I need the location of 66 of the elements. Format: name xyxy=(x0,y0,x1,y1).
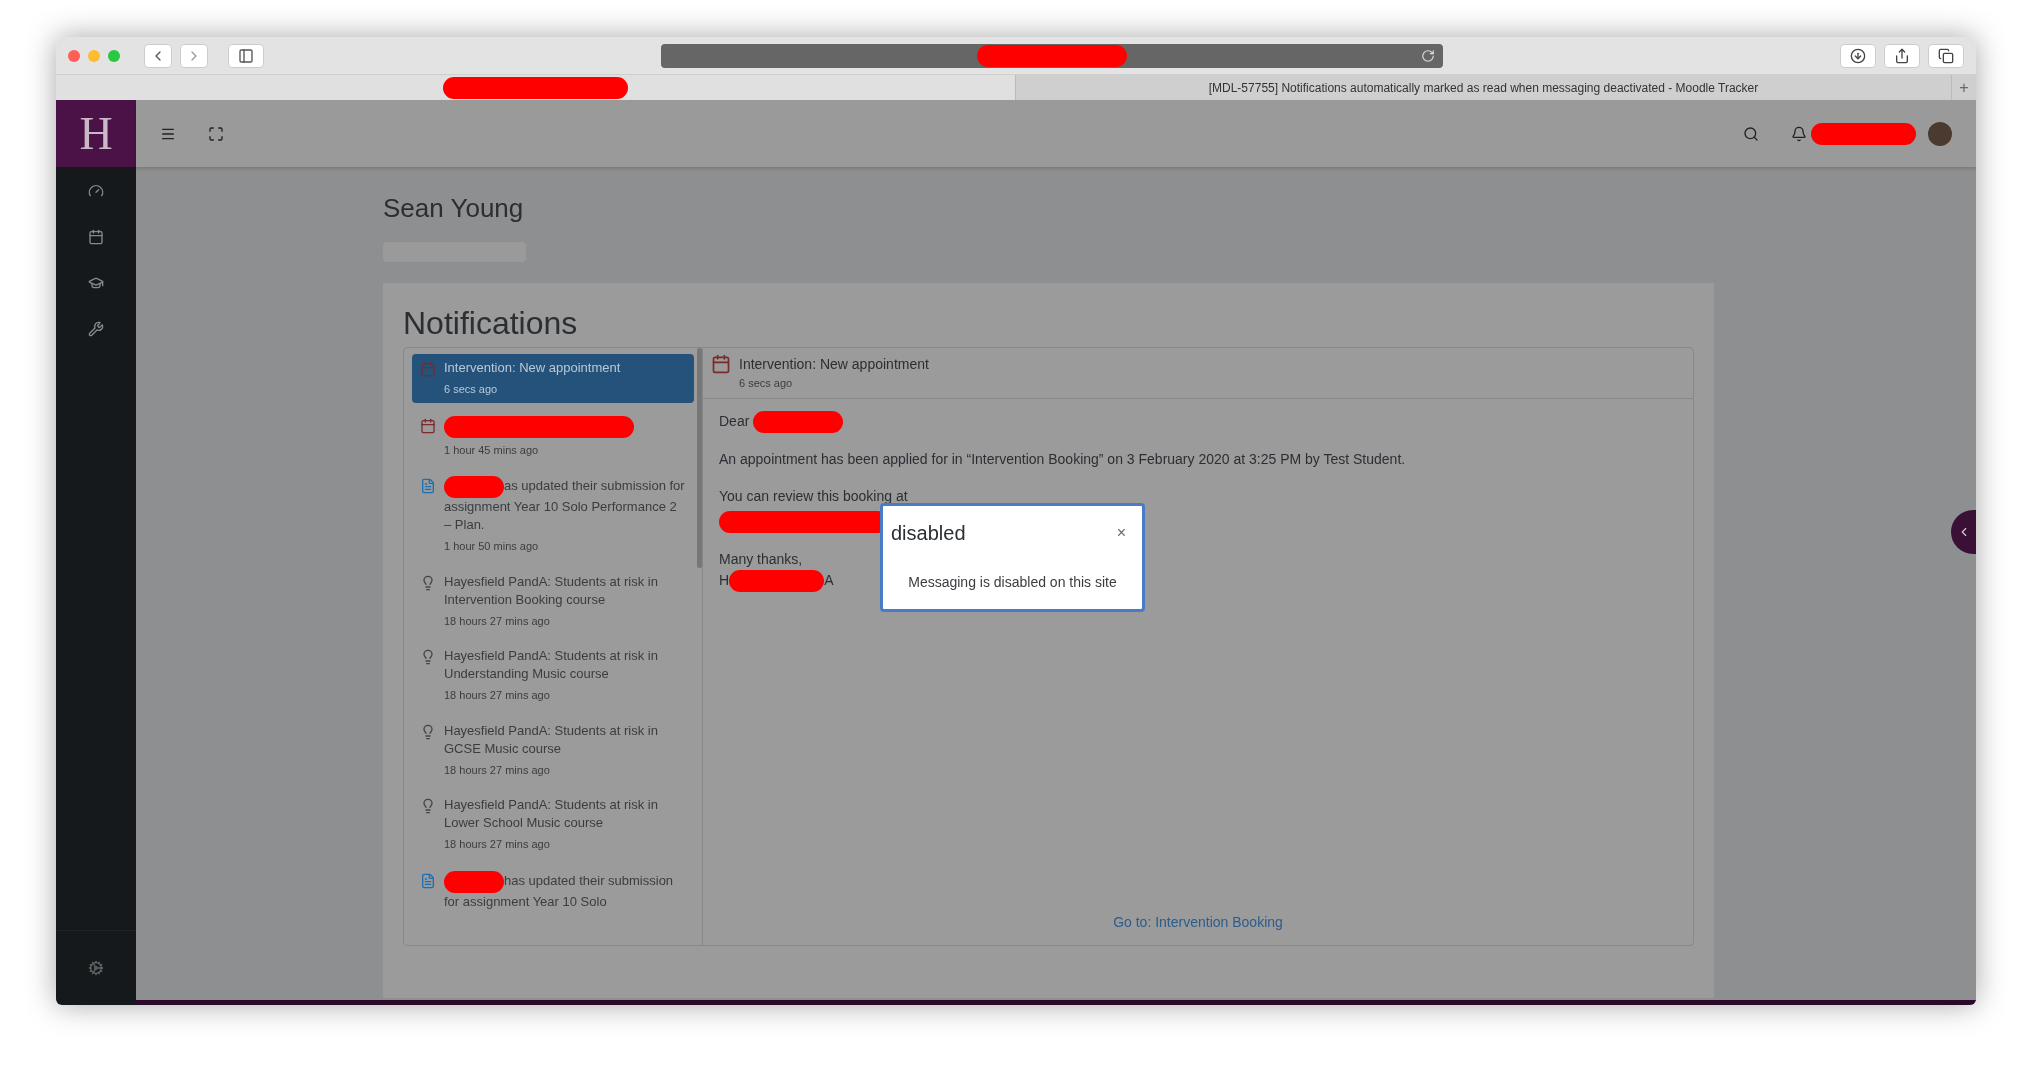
browser-tab[interactable] xyxy=(56,75,1016,100)
go-to-link[interactable]: Go to: Intervention Booking xyxy=(1113,912,1283,933)
user-avatar[interactable] xyxy=(1928,121,1952,146)
notification-item[interactable]: Hayesfield PandA: Students at risk in Intervention Booking course 18 hours 27 mins ago xyxy=(412,567,694,634)
message-body: An appointment has been applied for in “Intervention Booking” on 3 February 2020 at 3:25 PM by Test Student. xyxy=(719,449,1407,469)
notification-title: has updated their submission for assignment Year 10 Solo xyxy=(444,872,674,909)
notification-item[interactable]: Intervention: New appointment 6 secs ago xyxy=(412,354,694,403)
notification-item[interactable]: Hayesfield PandA: Students at risk in GCSE Music course 18 hours 27 mins ago xyxy=(412,716,694,783)
notification-time: 18 hours 27 mins ago xyxy=(444,688,551,703)
download-button[interactable] xyxy=(1840,43,1876,68)
review-text: You can review this booking at xyxy=(719,486,909,506)
download-icon xyxy=(1850,47,1866,64)
wrench-icon[interactable] xyxy=(88,321,104,337)
lightbulb-icon xyxy=(420,649,436,665)
sidebar-icon xyxy=(238,47,254,64)
detail-title: Intervention: New appointment xyxy=(739,355,929,374)
sign-off-text: Many thanks, xyxy=(719,549,804,569)
profile-name: Sean Young xyxy=(383,192,525,225)
close-window-button[interactable] xyxy=(68,49,80,62)
search-icon[interactable] xyxy=(1743,125,1759,142)
notification-item[interactable]: 1 hour 45 mins ago xyxy=(412,410,694,463)
lightbulb-icon xyxy=(420,798,436,814)
detail-time: 6 secs ago xyxy=(739,376,794,391)
notification-time: 18 hours 27 mins ago xyxy=(444,762,551,778)
notification-item[interactable]: Hayesfield PandA: Students at risk in Understanding Music course 18 hours 27 mins ago xyxy=(412,642,694,709)
reload-icon[interactable] xyxy=(1421,48,1435,63)
notification-title: Intervention: New appointment xyxy=(444,360,621,375)
notification-title: Hayesfield PandA: Students at risk in Lower School Music course xyxy=(444,797,658,830)
lightbulb-icon xyxy=(420,723,436,740)
document-icon xyxy=(420,478,436,494)
signature-text: A xyxy=(824,571,834,590)
fullscreen-icon[interactable] xyxy=(208,125,224,142)
notification-title: as updated their submission for assignment Year 10 Solo Performance 2 – Plan. xyxy=(444,478,685,532)
calendar-icon xyxy=(711,354,731,374)
tabs-icon xyxy=(1938,47,1954,64)
signature-text: H xyxy=(719,571,730,590)
document-icon xyxy=(420,872,436,889)
notification-item[interactable]: has updated their submission for assignment Year 10 Solo xyxy=(412,865,694,916)
notification-time: 1 hour 50 mins ago xyxy=(444,539,540,554)
notification-time: 6 secs ago xyxy=(444,382,499,397)
greeting-text: Dear xyxy=(719,412,750,431)
notification-title: Hayesfield PandA: Students at risk in Intervention Booking course xyxy=(444,573,658,607)
dialog-message: Messaging is disabled on this site xyxy=(908,573,1117,592)
graduation-cap-icon[interactable] xyxy=(88,275,104,291)
share-icon xyxy=(1894,47,1910,64)
notification-title: Hayesfield PandA: Students at risk in GCSE Music course xyxy=(444,722,658,756)
address-bar[interactable] xyxy=(661,43,1443,68)
page-title: Notifications xyxy=(403,307,579,339)
share-button[interactable] xyxy=(1884,43,1920,68)
calendar-icon[interactable] xyxy=(88,229,104,245)
calendar-icon xyxy=(420,417,436,434)
notification-time: 1 hour 45 mins ago xyxy=(444,442,540,458)
notification-item[interactable]: as updated their submission for assignment Year 10 Solo Performance 2 – Plan. 1 hour 50 mins ago xyxy=(412,471,694,560)
sidebar-toggle-button[interactable] xyxy=(228,43,264,68)
calendar-icon xyxy=(420,361,436,377)
settings-icon[interactable] xyxy=(88,960,104,976)
notification-title: Hayesfield PandA: Students at risk in Understanding Music course xyxy=(444,648,658,681)
notification-bell-icon[interactable] xyxy=(1791,125,1807,142)
lightbulb-icon xyxy=(420,574,436,591)
notification-item[interactable]: Hayesfield PandA: Students at risk in Lower School Music course 18 hours 27 mins ago xyxy=(412,791,694,858)
notification-time: 18 hours 27 mins ago xyxy=(444,613,551,629)
dashboard-icon[interactable] xyxy=(88,183,104,199)
notification-time: 18 hours 27 mins ago xyxy=(444,837,551,852)
dialog-title: disabled xyxy=(891,521,966,546)
tabs-overview-button[interactable] xyxy=(1928,43,1964,68)
close-button[interactable]: × xyxy=(1108,521,1134,545)
